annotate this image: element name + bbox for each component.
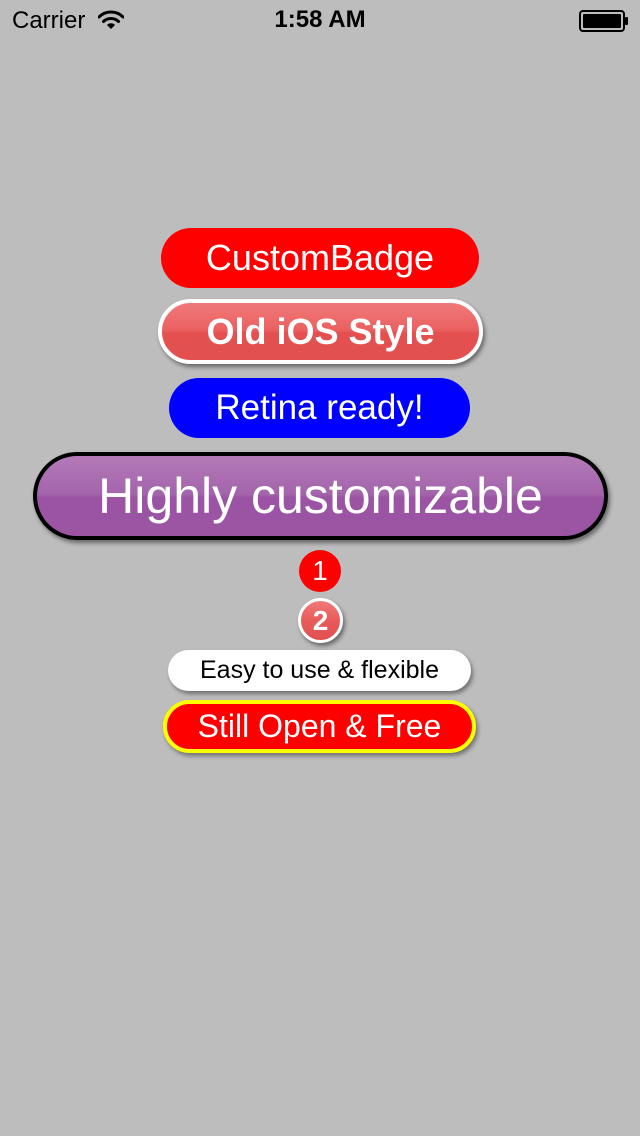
number-two-badge: 2	[298, 598, 343, 643]
still-open-free-badge: Still Open & Free	[163, 700, 476, 753]
retina-ready-badge: Retina ready!	[169, 378, 470, 438]
old-ios-style-badge: Old iOS Style	[158, 299, 483, 364]
status-bar: Carrier 1:58 AM	[0, 0, 640, 40]
number-one-badge: 1	[299, 550, 341, 592]
status-time: 1:58 AM	[274, 6, 366, 33]
battery-full-icon	[579, 10, 628, 32]
highly-customizable-badge: Highly customizable	[33, 452, 608, 540]
custombadge-badge: CustomBadge	[161, 228, 479, 288]
easy-to-use-badge: Easy to use & flexible	[168, 650, 471, 691]
